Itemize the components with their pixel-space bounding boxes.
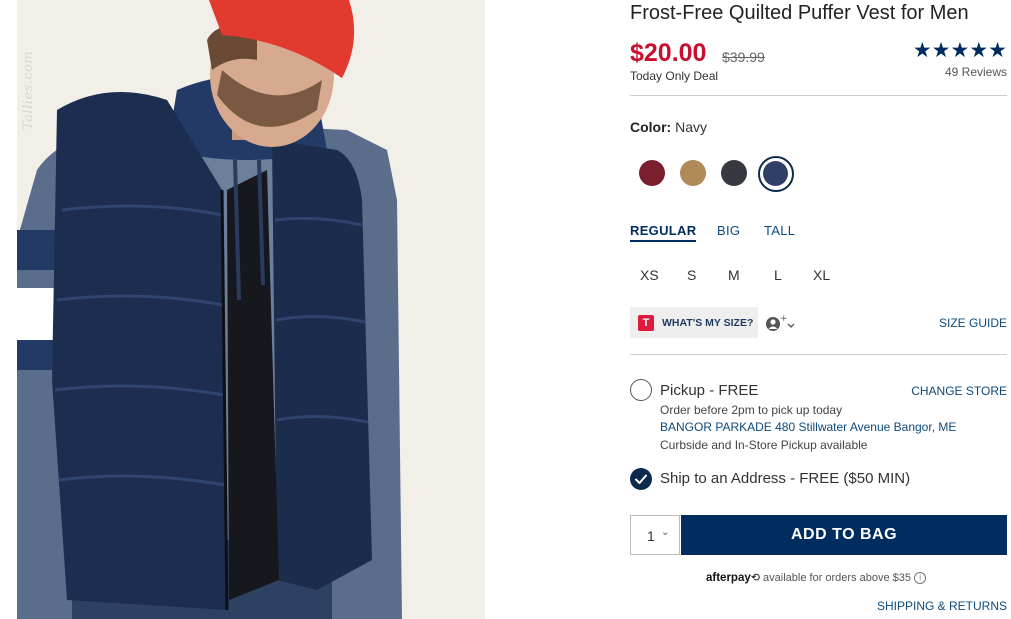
afterpay-text: available for orders above $35 xyxy=(763,572,912,584)
reviews-link[interactable]: 49 Reviews xyxy=(945,65,1007,79)
model-wearing-vest-icon xyxy=(17,0,485,619)
change-store-link[interactable]: CHANGE STORE xyxy=(911,384,1007,398)
divider xyxy=(630,95,1007,96)
info-icon[interactable]: i xyxy=(914,572,927,584)
pickup-radio[interactable] xyxy=(630,379,652,401)
whats-my-size-button[interactable]: T WHAT'S MY SIZE? xyxy=(630,307,758,338)
color-swatch-charcoal[interactable] xyxy=(721,160,747,186)
deal-note: Today Only Deal xyxy=(630,69,719,83)
color-selected-name: Navy xyxy=(675,119,708,135)
ship-radio-checked[interactable] xyxy=(630,468,652,490)
size-option[interactable]: XL xyxy=(813,267,830,283)
svg-text:+: + xyxy=(780,314,788,324)
color-swatch-navy[interactable] xyxy=(763,161,788,186)
true-fit-logo-icon: T xyxy=(638,315,654,331)
tab-tall[interactable]: TALL xyxy=(764,223,795,238)
star-rating-icon[interactable]: ★★★★★ xyxy=(913,38,1007,63)
size-option[interactable]: S xyxy=(687,267,696,283)
add-to-bag-button[interactable]: ADD TO BAG xyxy=(681,515,1007,555)
divider xyxy=(630,354,1007,355)
afterpay-loop-icon: ⟲ xyxy=(750,572,760,584)
add-profile-dropdown[interactable]: + xyxy=(765,314,799,332)
shipping-returns-link[interactable]: SHIPPING & RETURNS xyxy=(877,599,1007,613)
original-price: $39.99 xyxy=(722,49,765,65)
quantity-select[interactable]: 1 ⌄ xyxy=(630,515,680,555)
size-option[interactable]: L xyxy=(774,267,782,283)
color-swatch-selected-ring[interactable] xyxy=(758,156,794,192)
afterpay-note: afterpay⟲ available for orders above $35… xyxy=(706,571,927,584)
color-swatch-tan[interactable] xyxy=(680,160,706,186)
size-guide-link[interactable]: SIZE GUIDE xyxy=(939,316,1007,330)
watermark: Tallies.com xyxy=(21,50,36,130)
whats-my-size-label: WHAT'S MY SIZE? xyxy=(662,317,754,329)
pickup-note: Order before 2pm to pick up today xyxy=(660,403,843,417)
tab-regular[interactable]: REGULAR xyxy=(630,223,697,242)
product-image[interactable]: Tallies.com xyxy=(17,0,485,619)
color-label-row: Color: Navy xyxy=(630,119,707,135)
product-title: Frost-Free Quilted Puffer Vest for Men xyxy=(630,2,969,24)
tab-big[interactable]: BIG xyxy=(717,223,740,238)
pickup-label[interactable]: Pickup - FREE xyxy=(660,382,758,399)
size-option[interactable]: XS xyxy=(640,267,659,283)
ship-to-address-label[interactable]: Ship to an Address - FREE ($50 MIN) xyxy=(660,470,910,487)
checkmark-icon xyxy=(635,474,647,484)
color-swatch-burgundy[interactable] xyxy=(639,160,665,186)
sale-price: $20.00 xyxy=(630,39,707,67)
color-label: Color: xyxy=(630,119,672,135)
size-option[interactable]: M xyxy=(728,267,740,283)
pickup-availability: Curbside and In-Store Pickup available xyxy=(660,438,868,452)
quantity-value: 1 xyxy=(647,528,655,544)
chevron-down-icon: ⌄ xyxy=(661,527,670,538)
store-address-link[interactable]: BANGOR PARKADE 480 Stillwater Avenue Ban… xyxy=(660,420,956,434)
user-plus-icon: + xyxy=(766,314,795,331)
afterpay-logo-icon: afterpay xyxy=(706,572,751,584)
